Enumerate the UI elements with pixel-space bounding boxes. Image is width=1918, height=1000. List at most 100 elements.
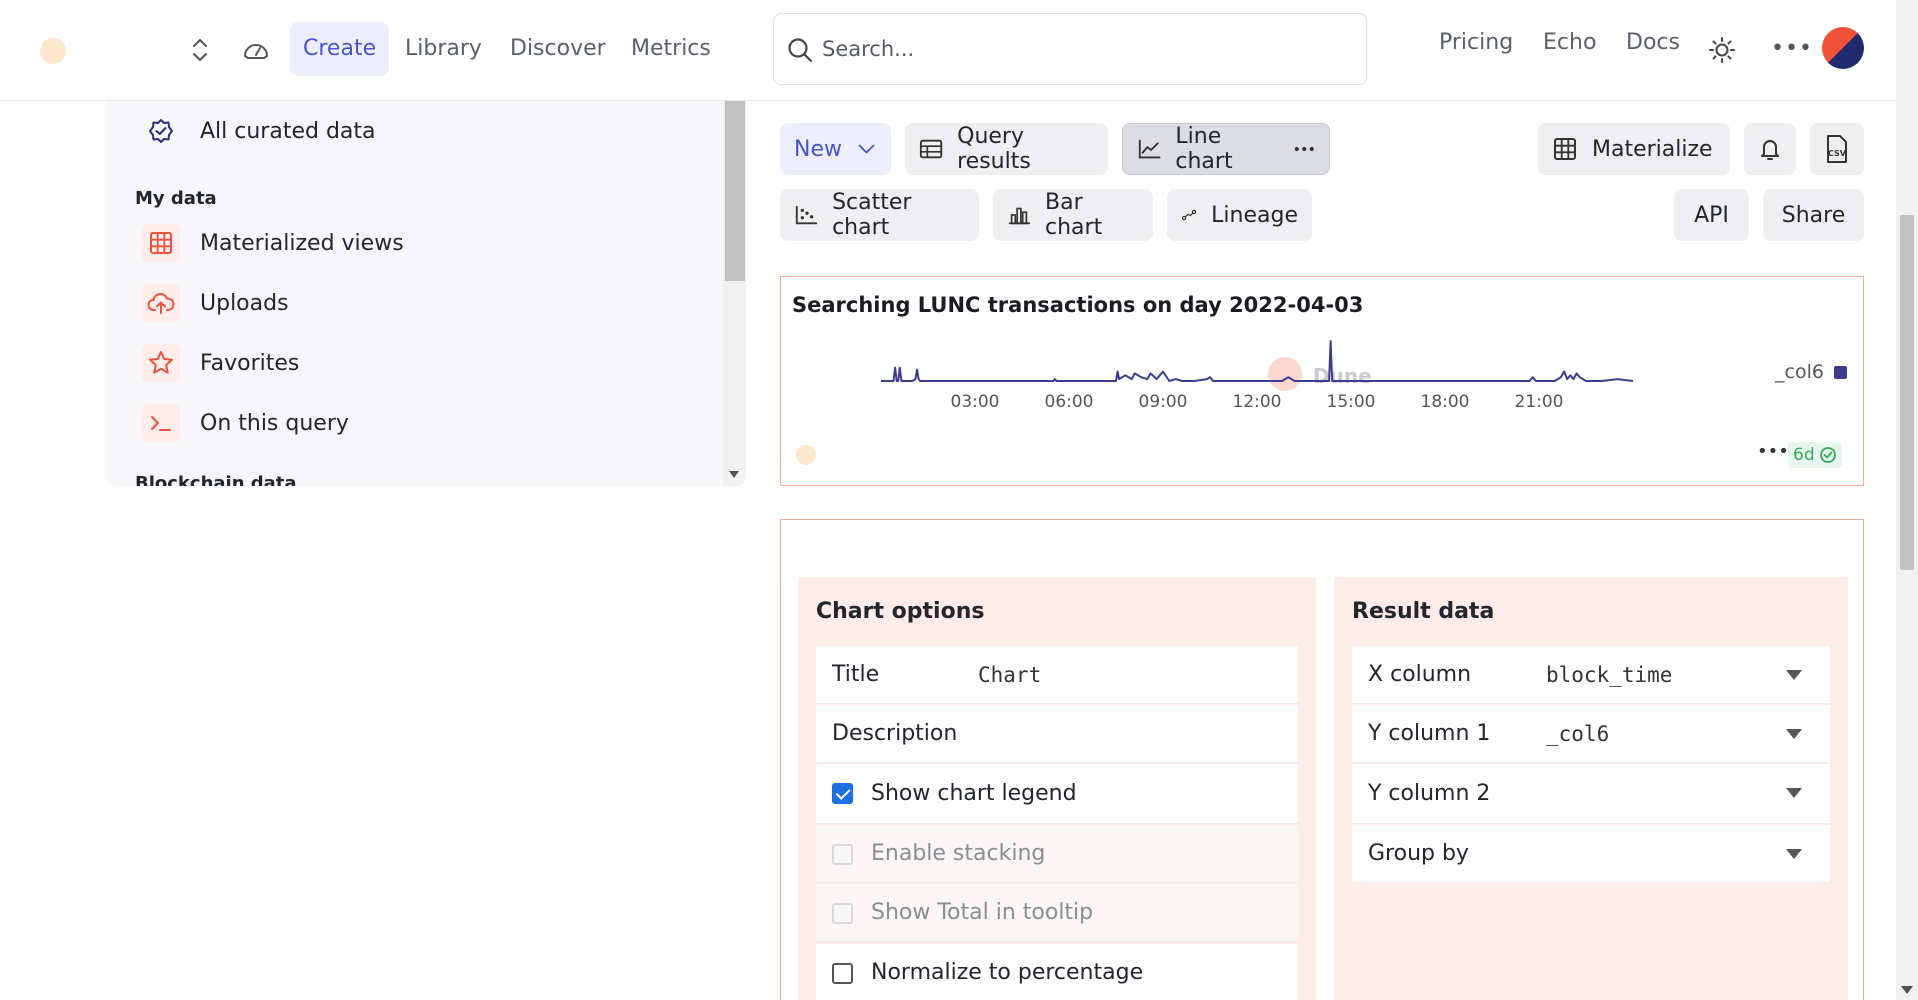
- my-data-heading: My data: [135, 188, 217, 209]
- legend-label: _col6: [1775, 361, 1824, 383]
- page-scrollbar-thumb[interactable]: [1900, 215, 1914, 570]
- description-field-label: Description: [832, 721, 958, 746]
- share-button[interactable]: Share: [1763, 189, 1864, 241]
- sidebar-item-favorites[interactable]: Favorites: [142, 341, 299, 385]
- download-csv-button[interactable]: CSV: [1810, 123, 1864, 175]
- nav-library[interactable]: Library: [392, 22, 495, 76]
- button-label: API: [1694, 202, 1729, 228]
- add-scatter-chart-button[interactable]: Scatter chart: [780, 189, 979, 241]
- csv-file-icon: CSV: [1827, 135, 1847, 163]
- title-field-input[interactable]: Chart: [978, 663, 1041, 687]
- materialize-label: Materialize: [1592, 136, 1713, 162]
- line-chart[interactable]: Dune 03:00 06:00 09:00 12:00 15:00 18:00 21:00: [781, 277, 1865, 487]
- show-legend-checkbox[interactable]: [832, 783, 853, 804]
- title-field-row[interactable]: Title Chart: [816, 646, 1298, 704]
- x-tick-label: 15:00: [1327, 392, 1376, 412]
- button-label: Scatter chart: [832, 190, 912, 240]
- sidebar-item-label: Materialized views: [200, 230, 404, 256]
- scroll-down-arrow-icon[interactable]: [1901, 986, 1913, 994]
- user-avatar[interactable]: [1822, 27, 1864, 69]
- sidebar-item-label: Favorites: [200, 350, 300, 376]
- sidebar-item-on-this-query[interactable]: On this query: [142, 401, 349, 445]
- add-bar-chart-button[interactable]: Bar chart: [993, 189, 1153, 241]
- nav-docs[interactable]: Docs: [1626, 30, 1680, 55]
- sidebar-item-label: Uploads: [200, 290, 289, 316]
- line-chart-icon: [1138, 139, 1161, 159]
- scroll-down-arrow-icon[interactable]: [729, 471, 739, 478]
- logo[interactable]: [40, 38, 66, 64]
- bell-icon: [1761, 140, 1779, 160]
- tab-label: Query results: [957, 124, 1031, 174]
- search-icon: [788, 38, 813, 63]
- chevron-down-icon: [858, 144, 875, 154]
- scatter-chart-icon: [795, 205, 818, 225]
- legend-swatch: [1834, 365, 1847, 379]
- sidebar-scrollbar[interactable]: [723, 101, 746, 486]
- show-total-row: Show Total in tooltip: [816, 884, 1298, 942]
- materialize-button[interactable]: Materialize: [1538, 123, 1730, 175]
- checkbox-label: Normalize to percentage: [871, 960, 1144, 985]
- nav-pricing[interactable]: Pricing: [1439, 30, 1513, 55]
- checkbox-label: Enable stacking: [871, 841, 1046, 866]
- dashboard-gauge-icon[interactable]: [242, 36, 270, 64]
- alert-bell-button[interactable]: [1744, 123, 1796, 175]
- y-column-1-value: _col6: [1546, 721, 1610, 746]
- normalize-checkbox[interactable]: [832, 963, 853, 984]
- x-tick-label: 21:00: [1515, 392, 1564, 412]
- tab-line-chart[interactable]: Line chart: [1122, 123, 1330, 175]
- y-column-2-select[interactable]: Y column 2: [1352, 764, 1830, 824]
- show-legend-row[interactable]: Show chart legend: [816, 764, 1298, 824]
- y-column-1-label: Y column 1: [1368, 721, 1491, 746]
- shield-check-icon: [142, 112, 180, 150]
- grid-table-icon: [1554, 138, 1576, 160]
- normalize-row[interactable]: Normalize to percentage: [816, 944, 1298, 1000]
- caret-down-icon: [1786, 849, 1802, 859]
- sidebar-item-uploads[interactable]: Uploads: [142, 281, 289, 325]
- search-input[interactable]: [822, 32, 1342, 66]
- chart-more-button[interactable]: •••: [1757, 441, 1789, 462]
- tab-query-results[interactable]: Query results: [905, 123, 1108, 175]
- chart-options-title: Chart options: [816, 599, 985, 624]
- data-explorer-panel: All curated data My data Materialized vi…: [106, 101, 746, 486]
- nav-create[interactable]: Create: [290, 22, 390, 76]
- y-column-1-select[interactable]: Y column 1 _col6: [1352, 705, 1830, 763]
- show-total-checkbox: [832, 903, 853, 924]
- api-button[interactable]: API: [1674, 189, 1749, 241]
- description-field-row[interactable]: Description: [816, 705, 1298, 763]
- x-column-select[interactable]: X column block_time: [1352, 646, 1830, 704]
- owner-avatar[interactable]: [796, 445, 816, 465]
- button-label: Bar chart: [1045, 190, 1103, 240]
- sidebar-scrollbar-thumb[interactable]: [725, 101, 745, 281]
- x-column-value: block_time: [1546, 662, 1673, 687]
- group-by-label: Group by: [1368, 841, 1469, 866]
- series-line-col6[interactable]: [881, 340, 1634, 382]
- page-scrollbar[interactable]: [1896, 0, 1918, 1000]
- result-data-title: Result data: [1352, 599, 1495, 624]
- enable-stacking-row: Enable stacking: [816, 825, 1298, 883]
- grid-table-icon: [142, 224, 180, 262]
- chevron-up-down-icon[interactable]: [188, 35, 212, 65]
- caret-down-icon: [1786, 788, 1802, 798]
- visualization-settings: Chart options Title Chart Description Sh…: [780, 519, 1864, 1000]
- sidebar-item-all-curated-data[interactable]: All curated data: [142, 109, 376, 153]
- check-circle-icon: [1819, 447, 1836, 463]
- more-menu-button[interactable]: •••: [1771, 36, 1813, 61]
- button-label: Lineage: [1211, 202, 1298, 228]
- more-horizontal-icon[interactable]: [1293, 137, 1316, 161]
- chart-legend[interactable]: _col6: [1775, 361, 1847, 383]
- title-field-label: Title: [832, 662, 880, 687]
- group-by-select[interactable]: Group by: [1352, 825, 1830, 883]
- sun-theme-toggle-icon[interactable]: [1708, 36, 1736, 64]
- nav-discover[interactable]: Discover: [497, 22, 619, 76]
- nav-metrics[interactable]: Metrics: [618, 22, 724, 76]
- lineage-icon: [1181, 209, 1197, 221]
- nav-echo[interactable]: Echo: [1543, 30, 1596, 55]
- lineage-button[interactable]: Lineage: [1167, 189, 1312, 241]
- search-box[interactable]: [773, 13, 1367, 85]
- button-label: Share: [1781, 202, 1846, 228]
- sidebar-item-materialized-views[interactable]: Materialized views: [142, 221, 404, 265]
- new-visualization-button[interactable]: New: [780, 123, 891, 175]
- terminal-icon: [142, 404, 180, 442]
- caret-down-icon: [1786, 670, 1802, 680]
- chart-card: Searching LUNC transactions on day 2022-…: [780, 276, 1864, 486]
